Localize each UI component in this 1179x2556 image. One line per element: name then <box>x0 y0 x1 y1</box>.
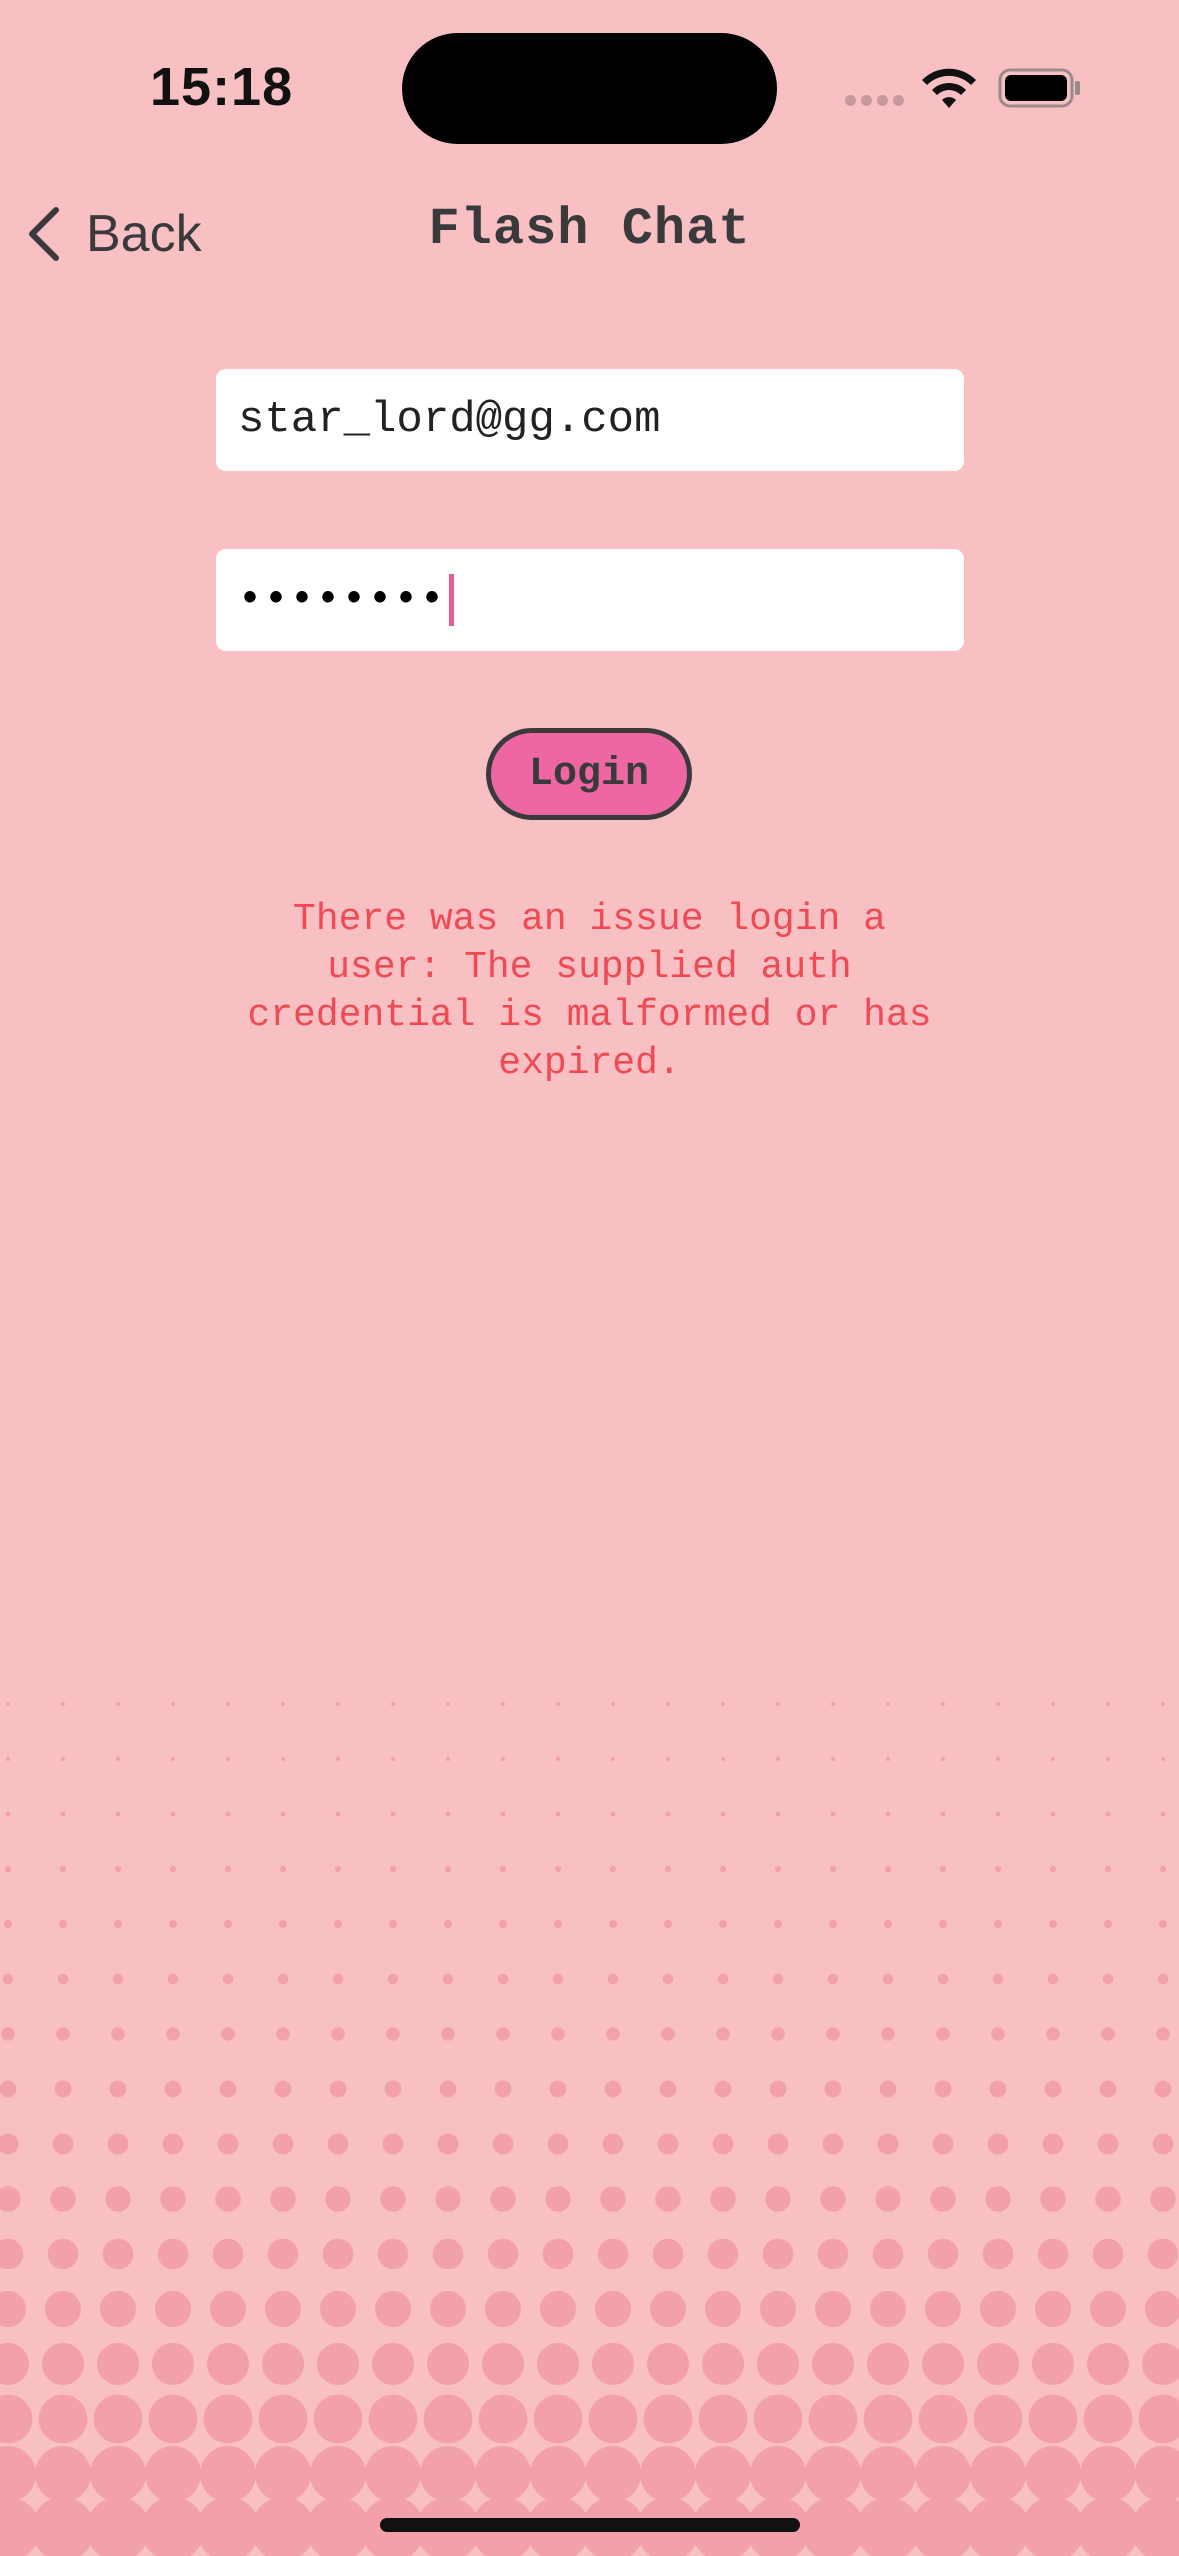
navigation-bar: Back Flash Chat <box>0 180 1179 280</box>
text-cursor <box>449 574 455 626</box>
password-field[interactable]: •••••••• <box>216 549 964 651</box>
halftone-background-pattern <box>0 1702 1179 2556</box>
home-indicator[interactable] <box>380 2518 800 2532</box>
status-time: 15:18 <box>150 57 294 117</box>
status-bar: 15:18 <box>0 0 1179 180</box>
email-value: star_lord@gg.com <box>238 395 661 445</box>
email-field[interactable]: star_lord@gg.com <box>216 369 964 471</box>
page-title: Flash Chat <box>428 200 751 259</box>
dynamic-island <box>402 33 777 144</box>
error-message: There was an issue login a user: The sup… <box>247 898 932 1085</box>
login-button[interactable]: Login <box>486 728 692 820</box>
wifi-icon <box>922 68 976 108</box>
battery-icon <box>998 68 1080 108</box>
signal-dots-icon <box>845 95 905 107</box>
password-value: •••••••• <box>238 577 447 623</box>
